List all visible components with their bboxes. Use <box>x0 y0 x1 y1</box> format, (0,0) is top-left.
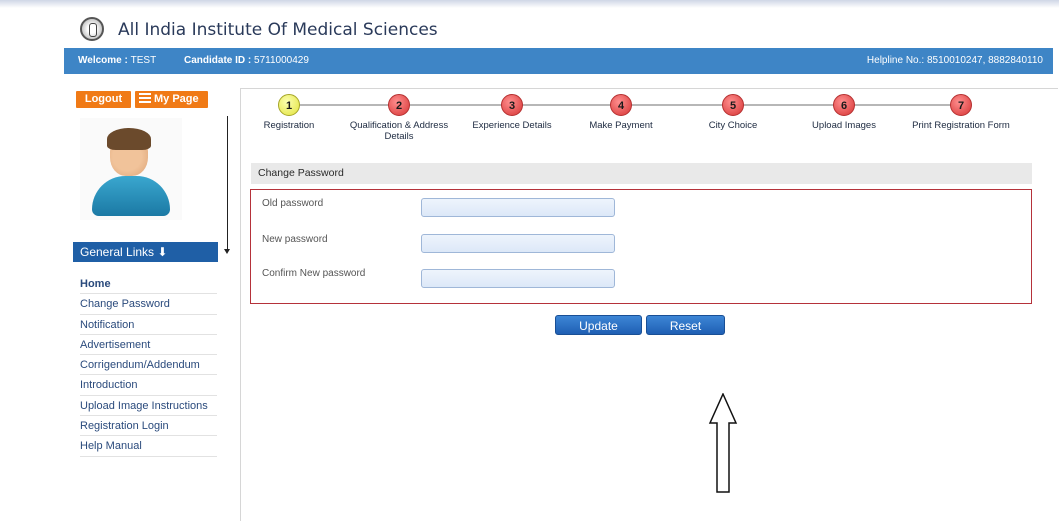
change-password-header: Change Password <box>251 163 1032 184</box>
step-label: Make Payment <box>589 120 653 131</box>
sidebar-item-help-manual[interactable]: Help Manual <box>80 436 217 457</box>
step-label: Experience Details <box>472 120 552 131</box>
helpline-text: Helpline No.: 8510010247, 8882840110 <box>866 55 1043 66</box>
list-icon <box>139 93 151 103</box>
sidebar-item-home[interactable]: Home <box>80 274 217 295</box>
top-fade-strip <box>0 0 1059 8</box>
step-number: 4 <box>610 94 632 116</box>
general-links-header[interactable]: General Links ⬇ <box>73 242 218 262</box>
sidebar-item-introduction[interactable]: Introduction <box>80 375 217 396</box>
sidebar-links: Home Change Password Notification Advert… <box>80 274 217 457</box>
my-page-label: My Page <box>154 93 199 105</box>
old-password-field[interactable] <box>421 198 615 217</box>
aiims-emblem-icon <box>80 17 104 41</box>
step-number: 2 <box>388 94 410 116</box>
logout-button[interactable]: Logout <box>76 91 131 108</box>
new-password-field[interactable] <box>421 234 615 253</box>
user-avatar-icon <box>80 118 182 220</box>
step-label: Qualification & Address Details <box>349 120 449 142</box>
up-arrow-icon <box>708 393 738 493</box>
site-title: All India Institute Of Medical Sciences <box>118 20 438 40</box>
candidate-name: TEST <box>130 55 157 66</box>
welcome-text: Welcome : TEST <box>78 55 157 66</box>
step-upload-images[interactable]: 6 Upload Images <box>784 94 904 131</box>
candidate-id-text: Candidate ID : 5711000429 <box>184 55 309 66</box>
sidebar-item-registration-login[interactable]: Registration Login <box>80 416 217 437</box>
new-password-label: New password <box>262 234 328 245</box>
step-number: 6 <box>833 94 855 116</box>
step-label: Upload Images <box>812 120 876 131</box>
sidebar-item-notification[interactable]: Notification <box>80 315 217 335</box>
step-experience[interactable]: 3 Experience Details <box>452 94 572 131</box>
sidebar-item-change-password[interactable]: Change Password <box>80 294 217 315</box>
sidebar-item-corrigendum[interactable]: Corrigendum/Addendum <box>80 355 217 376</box>
confirm-password-field[interactable] <box>421 269 615 288</box>
reset-button[interactable]: Reset <box>646 315 725 335</box>
step-number: 1 <box>278 94 300 116</box>
update-button[interactable]: Update <box>555 315 642 335</box>
step-number: 3 <box>501 94 523 116</box>
confirm-password-label: Confirm New password <box>262 268 366 279</box>
connector-line <box>227 116 228 252</box>
sidebar-item-upload-image-instructions[interactable]: Upload Image Instructions <box>80 396 217 417</box>
old-password-label: Old password <box>262 198 324 209</box>
main-panel <box>240 88 1058 521</box>
step-label: Registration <box>263 120 315 131</box>
step-city-choice[interactable]: 5 City Choice <box>673 94 793 131</box>
step-make-payment[interactable]: 4 Make Payment <box>561 94 681 131</box>
step-number: 7 <box>950 94 972 116</box>
my-page-button[interactable]: My Page <box>135 91 208 108</box>
change-password-box <box>250 189 1032 304</box>
step-qualification[interactable]: 2 Qualification & Address Details <box>339 94 459 142</box>
welcome-bar: Welcome : TEST Candidate ID : 5711000429… <box>64 48 1053 74</box>
step-number: 5 <box>722 94 744 116</box>
candidate-id: 5711000429 <box>254 55 309 66</box>
step-label: Print Registration Form <box>912 120 1010 131</box>
step-label: City Choice <box>708 120 758 131</box>
sidebar-item-advertisement[interactable]: Advertisement <box>80 335 217 356</box>
step-registration[interactable]: 1 Registration <box>229 94 349 131</box>
step-print-registration[interactable]: 7 Print Registration Form <box>901 94 1021 131</box>
connector-arrow-icon <box>224 249 230 254</box>
